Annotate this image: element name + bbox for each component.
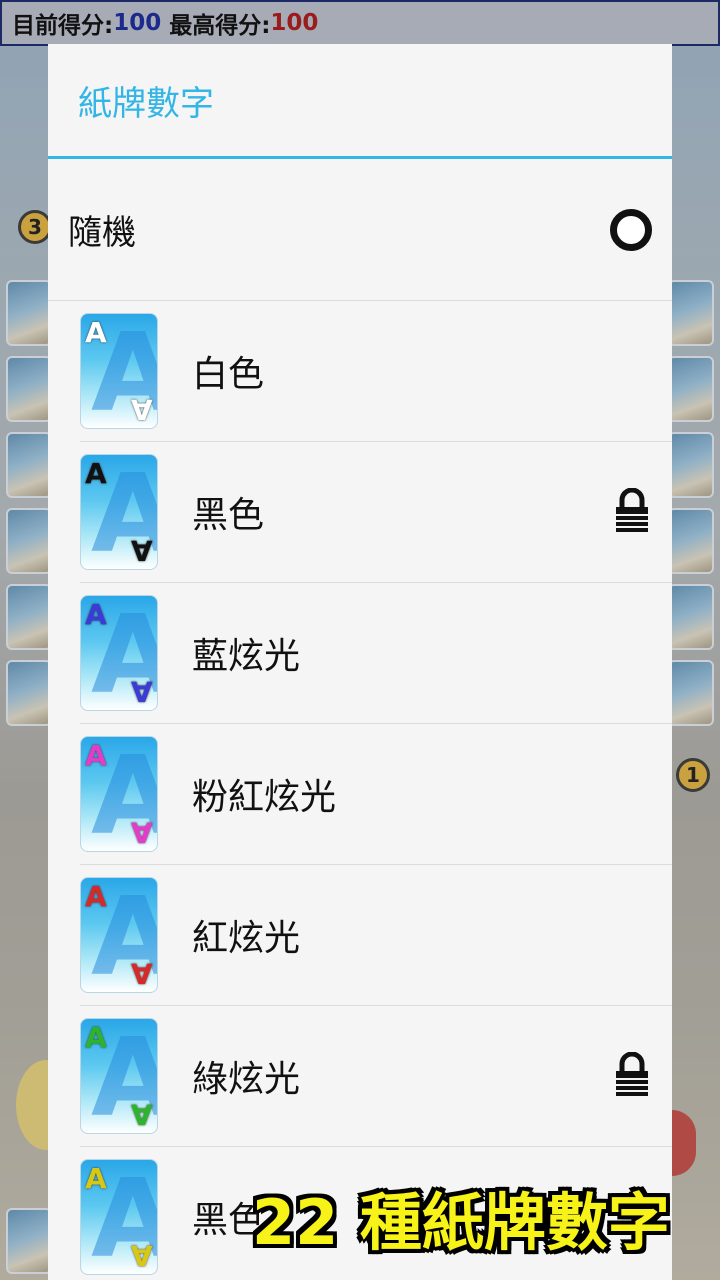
radio-unselected-icon[interactable] — [610, 208, 652, 251]
lock-icon — [616, 1052, 648, 1096]
option-item[interactable]: AAA藍炫光 — [80, 583, 672, 724]
option-item[interactable]: AAA黑色 — [80, 442, 672, 583]
card-corner-letter: A — [85, 1162, 107, 1195]
card-preview-icon: AAA — [80, 1159, 158, 1275]
card-preview-icon: AAA — [80, 313, 158, 429]
player-badge-right: 1 — [676, 758, 710, 792]
background-card — [6, 432, 52, 498]
card-corner-letter: A — [85, 457, 107, 490]
card-preview-icon: AAA — [80, 736, 158, 852]
option-item[interactable]: AAA粉紅炫光 — [80, 724, 672, 865]
card-corner-letter: A — [85, 1021, 107, 1054]
card-preview-icon: AAA — [80, 454, 158, 570]
background-card — [668, 508, 714, 574]
promo-caption: 22 種紙牌數字 — [252, 1186, 670, 1259]
lock-icon — [616, 488, 648, 532]
current-score-label: 目前得分: — [12, 13, 114, 39]
card-corner-letter-flipped: A — [131, 393, 153, 426]
option-item[interactable]: AAA白色 — [80, 301, 672, 442]
background-card — [6, 584, 52, 650]
background-card — [668, 280, 714, 346]
player-badge-left: 3 — [18, 210, 52, 244]
option-item-label: 紅炫光 — [192, 918, 301, 959]
card-corner-letter-flipped: A — [131, 816, 153, 849]
card-corner-letter: A — [85, 316, 107, 349]
card-corner-letter: A — [85, 880, 107, 913]
current-score-value: 100 — [113, 10, 162, 36]
option-item[interactable]: AAA紅炫光 — [80, 865, 672, 1006]
score-bar: 目前得分: 100 最高得分: 100 — [0, 0, 720, 46]
card-corner-letter-flipped: A — [131, 1098, 153, 1131]
card-preview-icon: AAA — [80, 877, 158, 993]
card-preview-icon: AAA — [80, 1018, 158, 1134]
option-random[interactable]: 隨機 — [48, 159, 672, 301]
background-card — [668, 584, 714, 650]
background-card — [6, 508, 52, 574]
option-item-label: 粉紅炫光 — [192, 777, 337, 818]
option-random-label: 隨機 — [68, 213, 136, 253]
option-item-label: 藍炫光 — [192, 636, 301, 677]
background-card — [6, 1208, 52, 1274]
best-score-value: 100 — [270, 10, 319, 36]
background-card — [668, 660, 714, 726]
card-corner-letter-flipped: A — [131, 957, 153, 990]
card-corner-letter-flipped: A — [131, 675, 153, 708]
best-score-label: 最高得分: — [169, 13, 271, 39]
background-card — [668, 432, 714, 498]
card-corner-letter: A — [85, 598, 107, 631]
background-card — [6, 280, 52, 346]
background-card — [6, 356, 52, 422]
option-item-label: 綠炫光 — [192, 1059, 301, 1100]
card-number-dialog: 紙牌數字 隨機 AAA白色AAA黑色AAA藍炫光AAA粉紅炫光AAA紅炫光AAA… — [48, 44, 672, 1280]
option-item-label: 黑色 — [192, 495, 265, 536]
card-corner-letter-flipped: A — [131, 1239, 153, 1272]
background-card — [668, 356, 714, 422]
card-corner-letter: A — [85, 739, 107, 772]
card-corner-letter-flipped: A — [131, 534, 153, 567]
option-item-label: 白色 — [192, 354, 265, 395]
dialog-title: 紙牌數字 — [78, 83, 214, 124]
card-preview-icon: AAA — [80, 595, 158, 711]
background-card — [6, 660, 52, 726]
option-item[interactable]: AAA綠炫光 — [80, 1006, 672, 1147]
